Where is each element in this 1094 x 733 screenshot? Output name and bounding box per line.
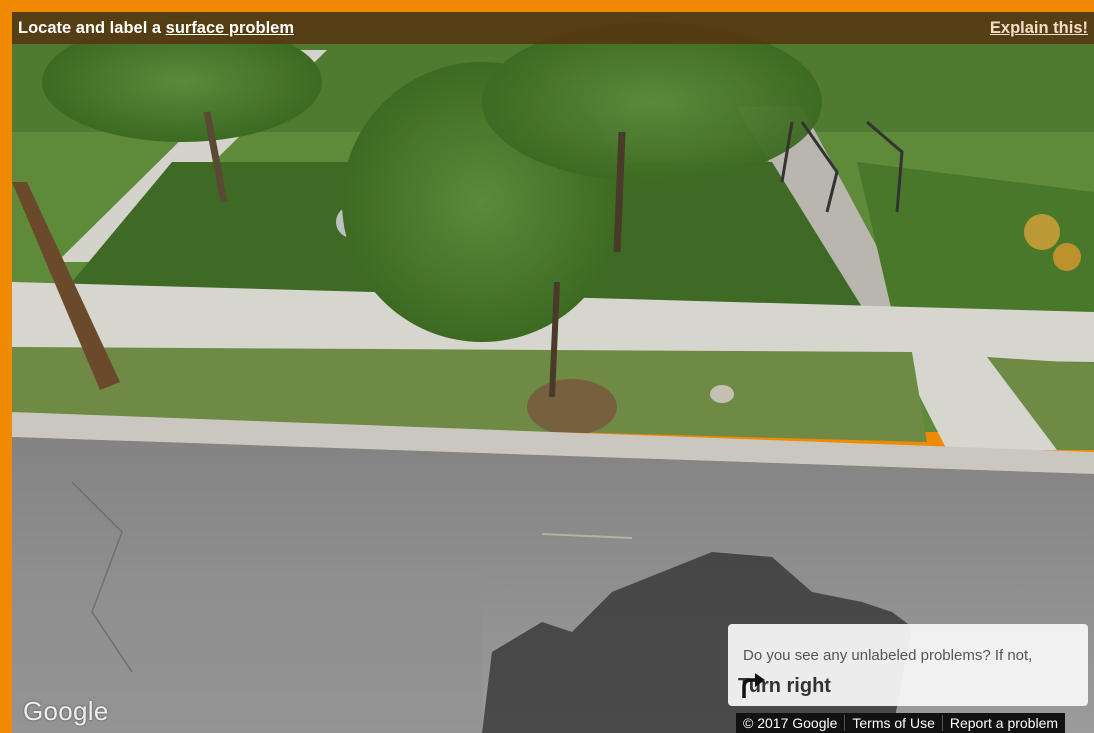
attribution-bar: © 2017 Google Terms of Use Report a prob… (736, 713, 1066, 733)
task-title-prefix: Locate and label a (18, 19, 166, 37)
task-title: Locate and label a surface problem (18, 19, 294, 38)
terms-of-use-link[interactable]: Terms of Use (844, 715, 941, 731)
street-view-panorama[interactable]: Locate and label a surface problem Expla… (12, 12, 1094, 733)
navigation-prompt: Do you see any unlabeled problems? If no… (728, 624, 1088, 706)
turn-right-arrow-icon (742, 673, 765, 698)
report-problem-link[interactable]: Report a problem (941, 715, 1065, 731)
prompt-question: Do you see any unlabeled problems? If no… (743, 647, 1033, 664)
task-header: Locate and label a surface problem Expla… (12, 12, 1094, 44)
copyright-text: © 2017 Google (743, 715, 838, 731)
turn-right-button[interactable]: Turn right (738, 670, 831, 702)
google-logo: Google (23, 696, 109, 726)
surface-problem-link[interactable]: surface problem (166, 19, 294, 37)
app-frame: Locate and label a surface problem Expla… (0, 0, 1094, 733)
explain-this-link[interactable]: Explain this! (990, 19, 1088, 38)
manhole-cover (710, 385, 734, 403)
